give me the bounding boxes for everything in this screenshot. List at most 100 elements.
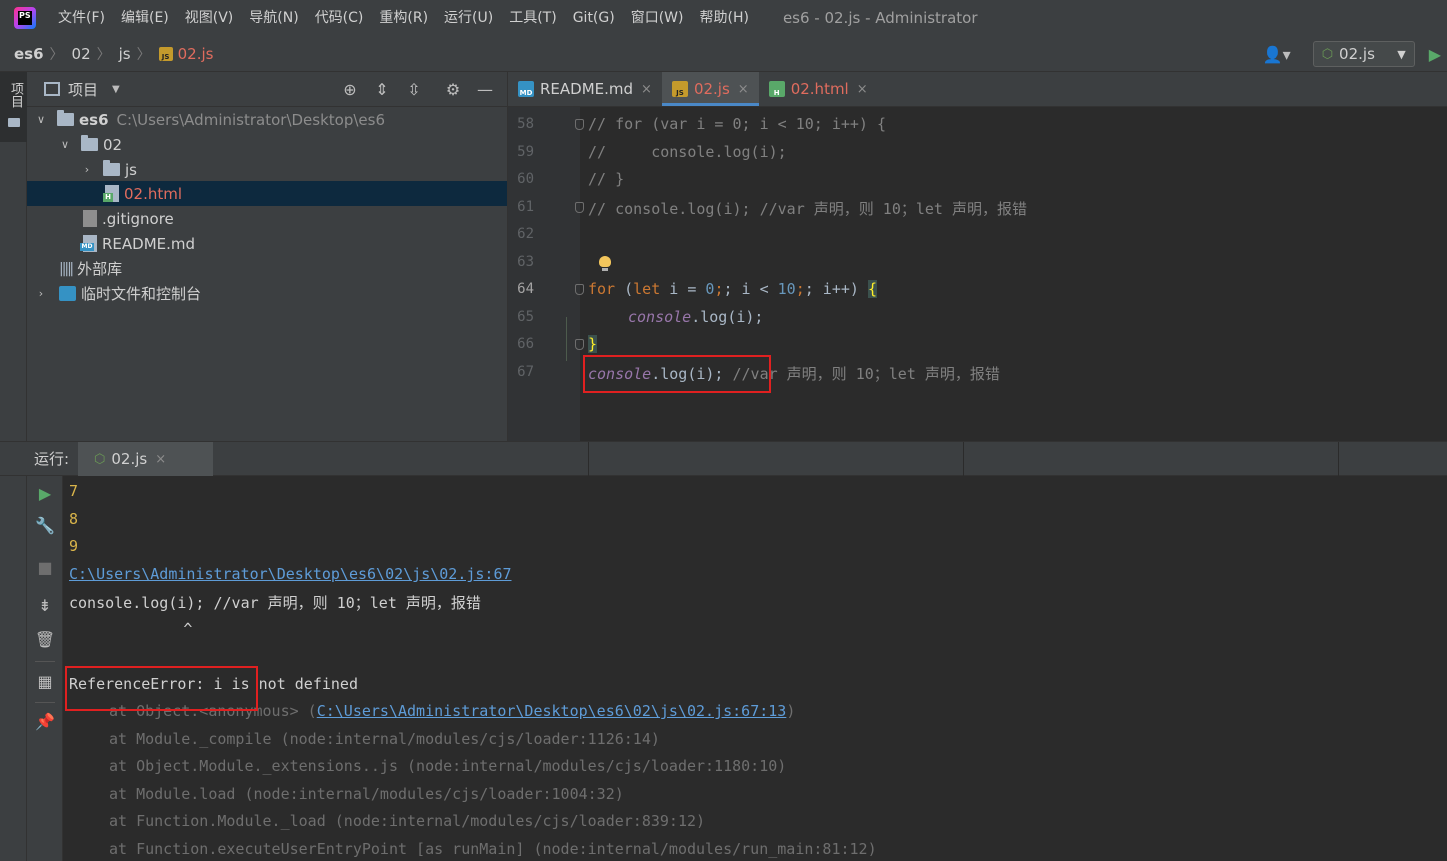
- code-line-59[interactable]: // console.log(i);: [588, 143, 787, 161]
- console-caret: ^: [57, 620, 193, 638]
- breadcrumb-separator-icon: 〉: [136, 46, 151, 63]
- divider: [35, 661, 55, 662]
- editor-gutter[interactable]: 58 59 60 61 62 63 64 65 66 67: [508, 107, 584, 441]
- breadcrumb-separator-icon: 〉: [96, 46, 111, 63]
- gear-icon[interactable]: ⚙: [444, 80, 462, 99]
- minimize-icon[interactable]: —: [476, 80, 494, 99]
- line-number: 59: [517, 144, 534, 160]
- project-path: C:\Users\Administrator\Desktop\es6: [116, 110, 385, 129]
- chevron-right-icon[interactable]: ›: [81, 163, 93, 176]
- menu-navigate[interactable]: 导航(N): [241, 0, 306, 36]
- highlight-box: [65, 666, 258, 711]
- menu-run[interactable]: 运行(U): [436, 0, 501, 36]
- run-play-icon[interactable]: ▶: [1429, 45, 1441, 64]
- scroll-to-end-icon[interactable]: ⇟: [27, 596, 63, 615]
- code-line-65[interactable]: console.log(i);: [628, 308, 763, 326]
- pin-icon[interactable]: 📌: [27, 712, 63, 731]
- stack-trace-link[interactable]: C:\Users\Administrator\Desktop\es6\02\js…: [317, 702, 787, 720]
- folder-icon: [8, 118, 20, 127]
- breadcrumb-02-js[interactable]: JS 02.js: [158, 45, 213, 63]
- console-line: 8: [69, 510, 79, 528]
- divider: [588, 442, 589, 476]
- tree-item-02[interactable]: ∨ 02: [27, 132, 507, 157]
- tab-02-js[interactable]: JS 02.js ×: [661, 72, 759, 106]
- tree-item-es6[interactable]: ∨ es6 C:\Users\Administrator\Desktop\es6: [27, 107, 507, 132]
- code-line-58[interactable]: // for (var i = 0; i < 10; i++) {: [588, 115, 886, 133]
- wrench-icon[interactable]: 🔧: [27, 516, 63, 535]
- navigation-bar: es6 〉 02 〉 js 〉 JS 02.js 👤▾ ⬡ 02.js ▼ ▶: [0, 36, 1447, 72]
- code-line-60[interactable]: // }: [588, 170, 624, 188]
- gitignore-file-icon: [83, 210, 97, 227]
- tree-item-readme[interactable]: MD README.md: [27, 231, 507, 256]
- menu-git[interactable]: Git(G): [565, 0, 623, 36]
- collapse-all-icon[interactable]: ⇳: [405, 80, 423, 99]
- stop-icon[interactable]: ■: [27, 558, 63, 577]
- breadcrumb-es6[interactable]: es6: [14, 45, 44, 63]
- tree-item-gitignore[interactable]: .gitignore: [27, 206, 507, 231]
- close-icon[interactable]: ×: [155, 452, 166, 467]
- tree-item-external-libraries[interactable]: |||‖ 外部库: [27, 256, 507, 281]
- console-line: 9: [69, 537, 79, 555]
- phpstorm-logo-icon[interactable]: PS: [14, 7, 36, 29]
- menu-refactor[interactable]: 重构(R): [371, 0, 436, 36]
- code-line-64[interactable]: for (let i = 0;; i < 10;; i++) {: [588, 280, 877, 298]
- tab-readme[interactable]: MD README.md ×: [508, 72, 662, 106]
- chevron-down-icon[interactable]: ▼: [112, 84, 120, 95]
- console-file-link[interactable]: C:\Users\Administrator\Desktop\es6\02\js…: [69, 565, 512, 583]
- layout-icon[interactable]: ▦: [27, 672, 63, 691]
- breadcrumb-02[interactable]: 02: [72, 45, 91, 63]
- code-line-66[interactable]: }: [588, 335, 598, 353]
- rerun-play-icon[interactable]: ▶: [27, 484, 63, 503]
- folder-icon: [103, 160, 120, 176]
- fold-marker-icon[interactable]: [575, 202, 584, 213]
- menu-tools[interactable]: 工具(T): [501, 0, 564, 36]
- run-tab-label: 02.js: [111, 450, 148, 468]
- tab-label: 02.js: [693, 80, 730, 98]
- chevron-right-icon[interactable]: ›: [35, 287, 47, 300]
- stack-trace-line: at Function.Module._load (node:internal/…: [109, 812, 706, 830]
- highlight-box: [583, 355, 771, 393]
- locate-target-icon[interactable]: ⊕: [341, 80, 359, 99]
- divider: [1338, 442, 1339, 476]
- line-number: 67: [517, 364, 534, 380]
- run-tab-02-js[interactable]: ⬡ 02.js ×: [78, 442, 213, 476]
- menu-file[interactable]: 文件(F): [50, 0, 113, 36]
- run-toolbar: ▶ 🔧 ■ ⇟ 🗑 ▦ 📌: [27, 476, 63, 861]
- fold-marker-icon[interactable]: [575, 119, 584, 130]
- close-icon[interactable]: ×: [857, 82, 868, 97]
- console-output[interactable]: 7 8 9 C:\Users\Administrator\Desktop\es6…: [63, 476, 1447, 861]
- close-icon[interactable]: ×: [641, 82, 652, 97]
- divider: [35, 702, 55, 703]
- tree-item-02-html[interactable]: H 02.html: [27, 181, 507, 206]
- user-account-icon[interactable]: 👤▾: [1263, 45, 1291, 64]
- tree-item-label: 02: [103, 135, 123, 154]
- menu-edit[interactable]: 编辑(E): [113, 0, 177, 36]
- tab-label: README.md: [540, 80, 634, 98]
- fold-marker-icon[interactable]: [575, 284, 584, 295]
- menu-code[interactable]: 代码(C): [307, 0, 372, 36]
- tree-item-js[interactable]: › js: [27, 157, 507, 182]
- stack-trace-line: at Module._compile (node:internal/module…: [109, 730, 660, 748]
- menu-help[interactable]: 帮助(H): [691, 0, 756, 36]
- js-file-icon: JS: [671, 81, 688, 97]
- close-icon[interactable]: ×: [738, 82, 749, 97]
- run-configuration-selector[interactable]: ⬡ 02.js ▼: [1312, 41, 1415, 67]
- lightbulb-icon[interactable]: [599, 256, 611, 271]
- fold-marker-icon[interactable]: [575, 339, 584, 350]
- project-tool-tab[interactable]: 项目: [0, 72, 27, 142]
- breadcrumb-js[interactable]: js: [119, 45, 131, 63]
- menu-view[interactable]: 视图(V): [177, 0, 242, 36]
- project-panel-header: 项目 ▼ ⊕ ⇕ ⇳ ⚙ —: [27, 72, 507, 107]
- tree-item-label: 临时文件和控制台: [81, 285, 202, 303]
- chevron-down-icon: ▼: [1397, 47, 1406, 61]
- chevron-down-icon[interactable]: ∨: [35, 113, 47, 126]
- tab-label: 02.html: [790, 80, 849, 98]
- code-line-61[interactable]: // console.log(i); //var 声明，则 10；let 声明，…: [588, 198, 1027, 219]
- tree-item-scratches[interactable]: › 临时文件和控制台: [27, 281, 507, 306]
- chevron-down-icon[interactable]: ∨: [59, 138, 71, 151]
- breadcrumb-separator-icon: 〉: [49, 46, 64, 63]
- project-panel-title[interactable]: 项目: [68, 79, 98, 100]
- tab-02-html[interactable]: H 02.html ×: [759, 72, 878, 106]
- menu-window[interactable]: 窗口(W): [623, 0, 692, 36]
- expand-all-icon[interactable]: ⇕: [373, 80, 391, 99]
